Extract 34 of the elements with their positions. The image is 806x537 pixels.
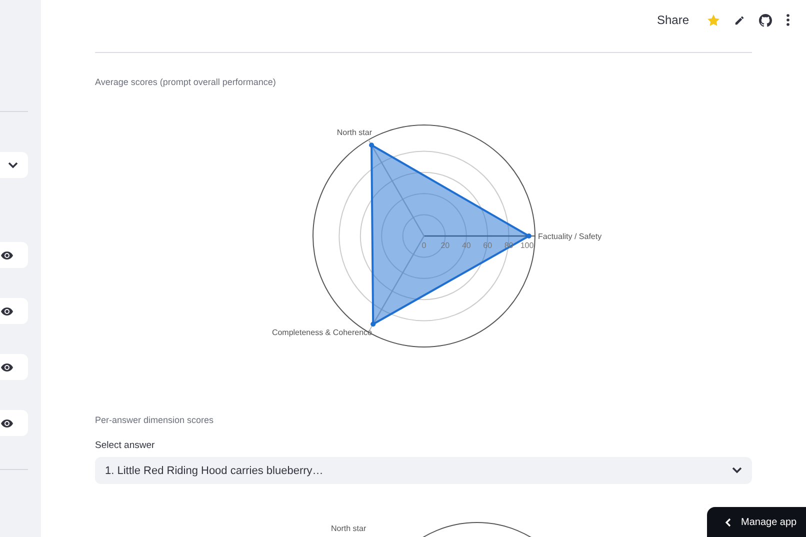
visibility-button[interactable]: [0, 354, 28, 380]
manage-app-button[interactable]: Manage app: [707, 507, 806, 537]
eye-icon: [1, 306, 13, 316]
axis-label: North star: [336, 128, 372, 137]
data-point: [526, 234, 531, 238]
visibility-button[interactable]: [0, 298, 28, 324]
visibility-button[interactable]: [0, 410, 28, 436]
sidebar-select[interactable]: [0, 152, 28, 178]
more-options-icon[interactable]: [786, 14, 790, 26]
star-icon[interactable]: [707, 14, 720, 26]
tick-label: 0: [421, 241, 426, 250]
eye-icon: [1, 362, 13, 372]
chevron-left-icon: [725, 518, 731, 526]
share-link[interactable]: Share: [656, 13, 689, 27]
field-label: Select answer: [95, 440, 156, 451]
answer-select[interactable]: 1. Little Red Riding Hood carries blueberry…: [95, 457, 752, 484]
axis-label: North star: [331, 524, 366, 533]
tick-label: 100: [520, 241, 534, 250]
axis-label: Factuality / Safety: [538, 232, 602, 241]
chevron-down-icon: [8, 162, 18, 168]
tick-label: 60: [482, 241, 492, 250]
eye-icon: [1, 418, 13, 428]
tick-label: 20: [440, 241, 450, 250]
section-caption: Per-answer dimension scores: [95, 415, 215, 425]
axis-label: Completeness & Coherence: [271, 328, 372, 337]
github-icon[interactable]: [759, 14, 772, 26]
section-caption: Average scores (prompt overall performance): [95, 77, 277, 87]
pencil-icon[interactable]: [734, 14, 745, 26]
data-point: [370, 322, 376, 327]
chevron-down-icon: [732, 467, 742, 474]
visibility-button[interactable]: [0, 242, 28, 268]
data-point: [368, 142, 374, 148]
eye-icon: [1, 250, 13, 260]
tick-label: 40: [461, 241, 470, 250]
